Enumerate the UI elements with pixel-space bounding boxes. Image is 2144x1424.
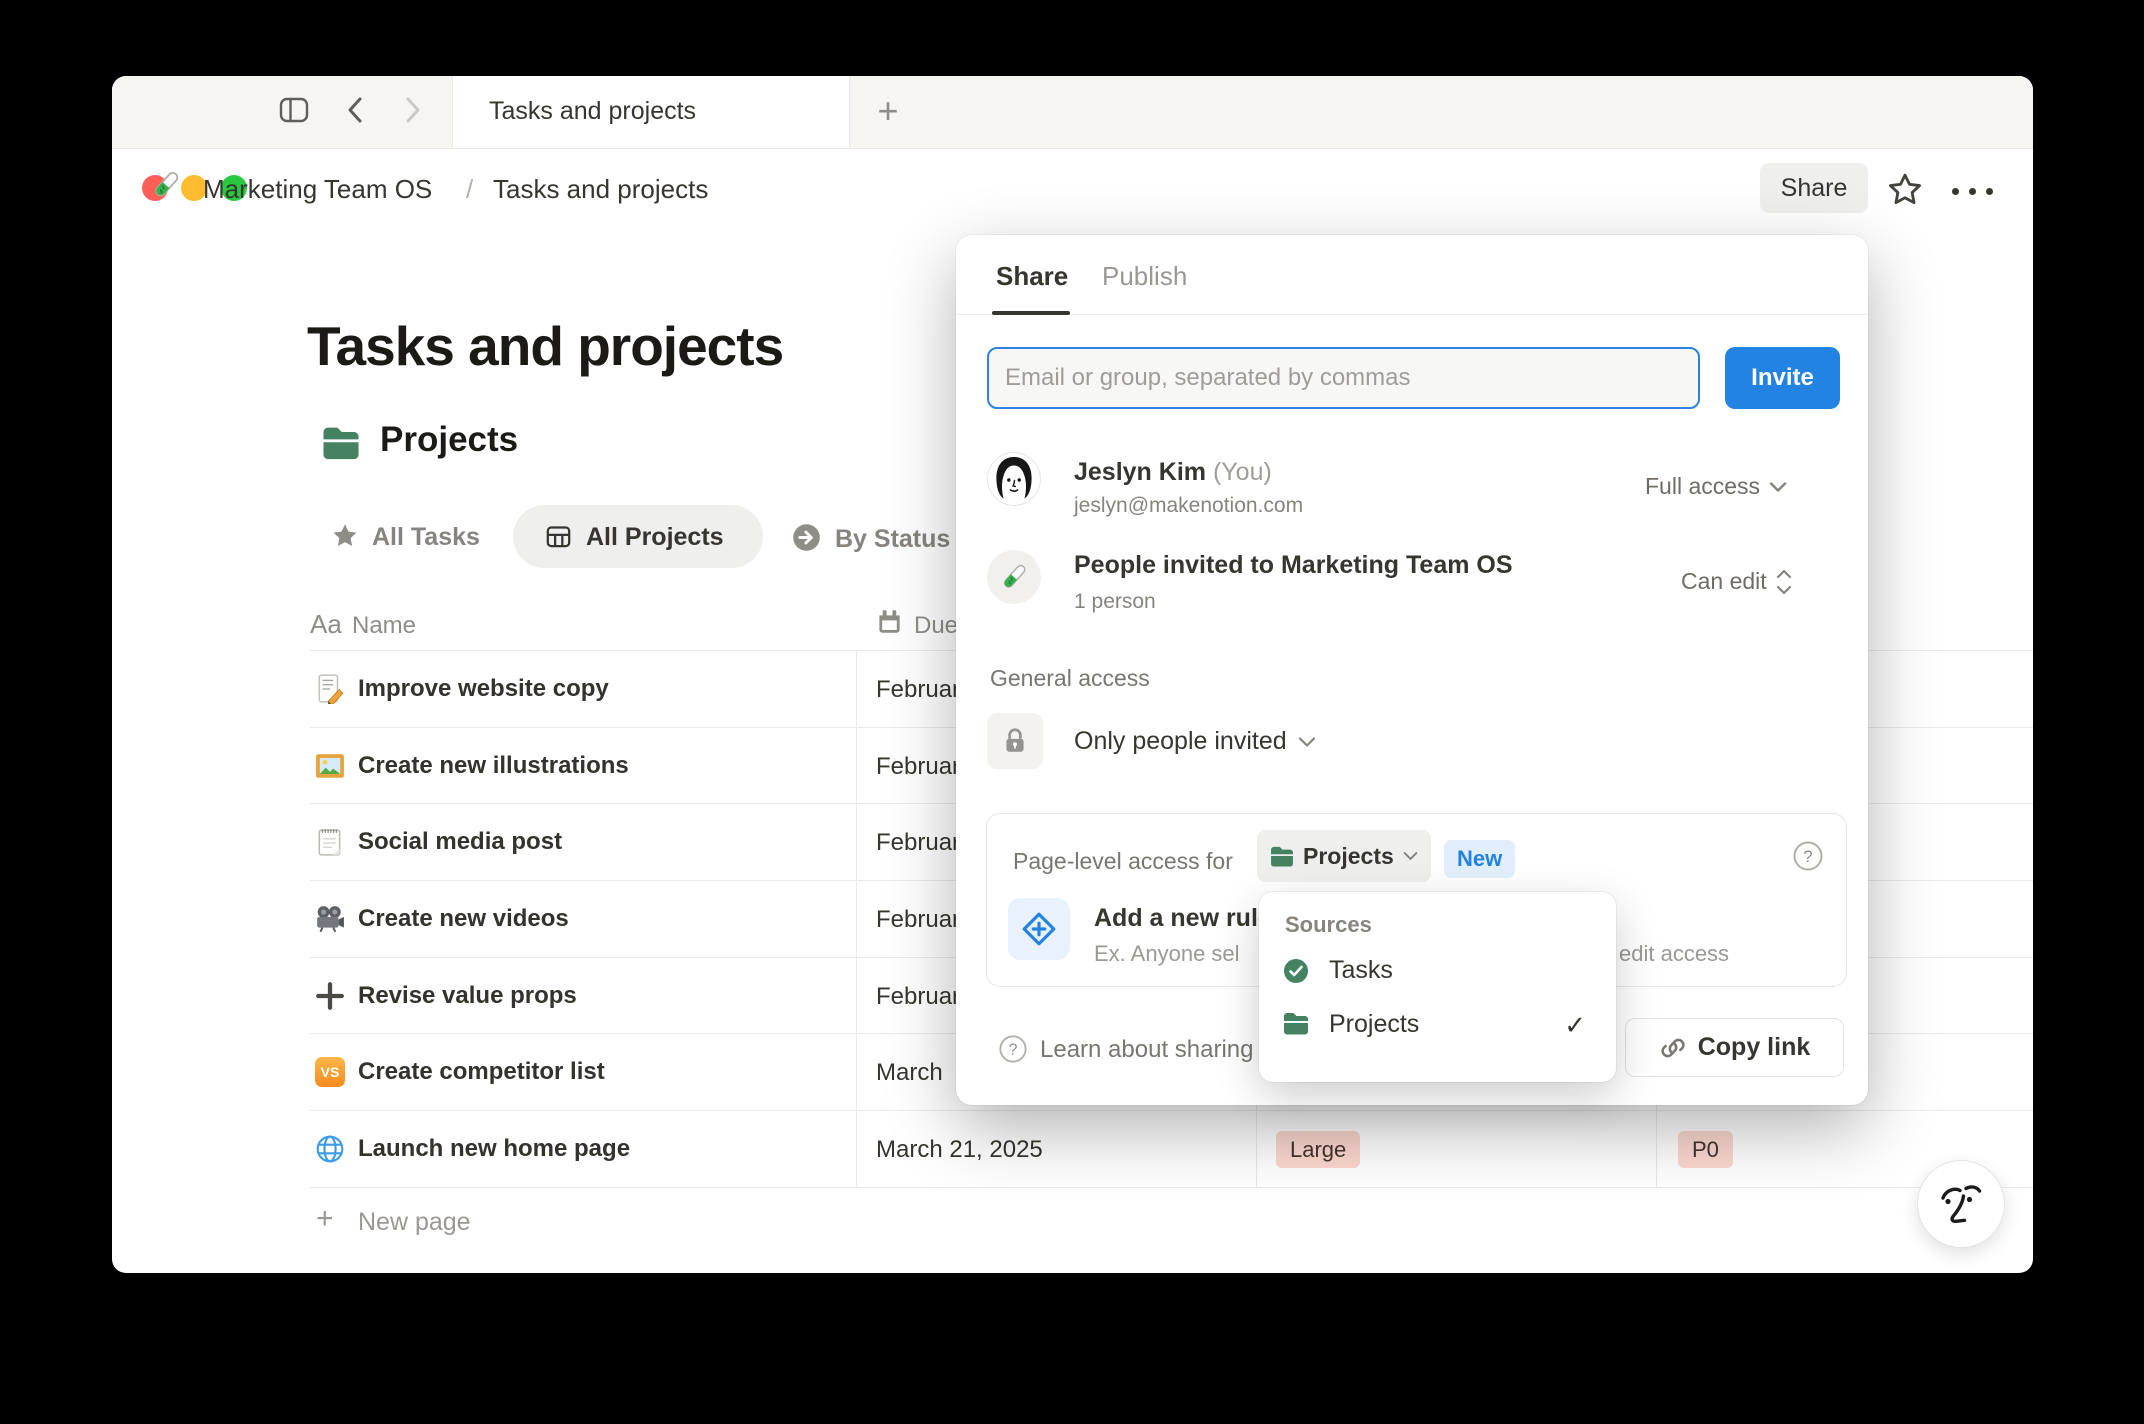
view-tab-all-projects[interactable]: All Projects xyxy=(513,505,763,568)
sources-label: Sources xyxy=(1285,912,1372,937)
share-dialog-tabs: Share Publish xyxy=(956,235,1868,315)
add-rule-title[interactable]: Add a new rule xyxy=(1094,904,1272,933)
plus-icon xyxy=(315,981,345,1011)
check-circle-icon xyxy=(1283,958,1309,984)
table-bottom-divider xyxy=(310,1187,2033,1188)
svg-text:?: ? xyxy=(1009,1042,1018,1059)
group-count: 1 person xyxy=(1074,590,1156,613)
sidebar-toggle-icon[interactable] xyxy=(279,97,309,128)
add-rule-subtitle: Ex. Anyone sel xyxy=(1094,941,1240,966)
forward-icon[interactable] xyxy=(402,96,424,129)
tab-tasks-and-projects[interactable]: Tasks and projects xyxy=(452,76,850,148)
person-name: Jeslyn Kim (You) xyxy=(1074,458,1272,486)
table-icon xyxy=(545,523,572,555)
memo-icon xyxy=(315,674,345,706)
star-icon xyxy=(331,522,359,555)
svg-text:?: ? xyxy=(1803,847,1812,866)
share-button[interactable]: Share xyxy=(1760,163,1868,213)
view-tab-by-status[interactable]: By Status xyxy=(835,525,950,554)
projector-icon xyxy=(315,904,345,934)
avatar xyxy=(987,452,1041,511)
view-tab-label: All Projects xyxy=(586,523,724,551)
arrow-circle-icon xyxy=(792,523,821,557)
page-title: Tasks and projects xyxy=(307,315,784,377)
breadcrumb-separator: / xyxy=(466,174,474,204)
invite-button[interactable]: Invite xyxy=(1725,347,1840,409)
copy-link-button[interactable]: Copy link xyxy=(1625,1018,1844,1077)
collection-title: Projects xyxy=(380,420,519,459)
favorite-star-icon[interactable] xyxy=(1886,171,1924,214)
view-tab-all-tasks[interactable]: All Tasks xyxy=(372,523,480,552)
group-name: People invited to Marketing Team OS xyxy=(1074,551,1513,579)
notion-face-icon xyxy=(1933,1175,1989,1236)
sources-dropdown: Sources Tasks Projects ✓ xyxy=(1259,892,1616,1082)
tab-publish[interactable]: Publish xyxy=(1102,261,1187,292)
row-title[interactable]: Create competitor list xyxy=(358,1058,605,1086)
row-title[interactable]: Improve website copy xyxy=(358,675,609,703)
window-tab-bar: Tasks and projects + xyxy=(112,76,2033,201)
row-due-date[interactable]: March xyxy=(876,1059,943,1087)
row-title[interactable]: Launch new home page xyxy=(358,1135,630,1163)
page-level-access-label: Page-level access for xyxy=(1013,848,1233,874)
new-tab-button[interactable]: + xyxy=(864,88,912,136)
menu-item-tasks[interactable]: Tasks xyxy=(1271,948,1604,994)
size-badge[interactable]: Large xyxy=(1276,1131,1361,1168)
new-badge: New xyxy=(1444,840,1516,878)
folder-icon xyxy=(1271,846,1293,867)
more-options-icon[interactable] xyxy=(1952,182,2003,200)
person-email: jeslyn@makenotion.com xyxy=(1074,494,1304,517)
row-title[interactable]: Create new videos xyxy=(358,905,569,933)
row-title[interactable]: Social media post xyxy=(358,828,562,856)
chevron-up-down-icon xyxy=(1776,569,1791,594)
notion-ai-face-button[interactable] xyxy=(1917,1160,2005,1248)
picture-icon xyxy=(315,751,345,781)
vs-icon: VS xyxy=(315,1057,345,1087)
folder-icon xyxy=(1283,1012,1309,1038)
calendar-icon xyxy=(876,608,903,640)
invite-email-input[interactable] xyxy=(987,347,1700,409)
general-access-label: General access xyxy=(990,665,1150,691)
question-circle-icon: ? xyxy=(998,1034,1028,1069)
test-tube-icon xyxy=(149,168,183,207)
table-row[interactable]: Launch new home page March 21, 2025 Larg… xyxy=(310,1110,2033,1188)
access-dropdown[interactable]: Full access xyxy=(1645,473,1787,500)
globe-icon xyxy=(315,1134,345,1164)
chevron-down-icon xyxy=(1298,736,1315,747)
plus-icon: + xyxy=(316,1202,334,1235)
new-page-button[interactable]: New page xyxy=(358,1208,471,1237)
learn-about-sharing-link[interactable]: Learn about sharing xyxy=(1040,1036,1254,1064)
source-selector[interactable]: Projects xyxy=(1257,830,1431,882)
back-icon[interactable] xyxy=(344,96,366,129)
tab-share[interactable]: Share xyxy=(996,261,1068,292)
tab-label: Tasks and projects xyxy=(489,97,697,125)
general-access-dropdown[interactable]: Only people invited xyxy=(1074,727,1316,756)
lock-icon xyxy=(987,713,1043,769)
screenshot-stage: Tasks and projects + Marketing Team OS /… xyxy=(0,0,2144,1424)
row-due-date[interactable]: March 21, 2025 xyxy=(876,1136,1043,1164)
active-tab-underline xyxy=(992,311,1070,315)
menu-item-projects[interactable]: Projects ✓ xyxy=(1271,1002,1604,1048)
access-dropdown[interactable]: Can edit xyxy=(1681,568,1792,595)
group-avatar xyxy=(987,550,1041,609)
diamond-plus-icon xyxy=(1008,898,1070,960)
chevron-down-icon xyxy=(1769,481,1787,492)
notepad-icon xyxy=(315,827,345,857)
text-type-icon: Aa xyxy=(310,609,342,639)
row-title[interactable]: Create new illustrations xyxy=(358,752,629,780)
add-rule-subtitle-end: edit access xyxy=(1619,941,1730,966)
column-header-name[interactable]: Name xyxy=(352,612,416,640)
person-you-suffix: (You) xyxy=(1212,458,1272,486)
priority-badge[interactable]: P0 xyxy=(1678,1131,1733,1168)
chevron-down-icon xyxy=(1403,852,1418,860)
check-icon: ✓ xyxy=(1564,1010,1586,1040)
folder-icon xyxy=(322,426,360,465)
question-circle-icon[interactable]: ? xyxy=(1792,840,1824,877)
breadcrumb-workspace[interactable]: Marketing Team OS xyxy=(203,174,432,205)
link-icon xyxy=(1661,1038,1685,1057)
breadcrumb-page[interactable]: Tasks and projects xyxy=(493,174,708,205)
row-title[interactable]: Revise value props xyxy=(358,982,577,1010)
